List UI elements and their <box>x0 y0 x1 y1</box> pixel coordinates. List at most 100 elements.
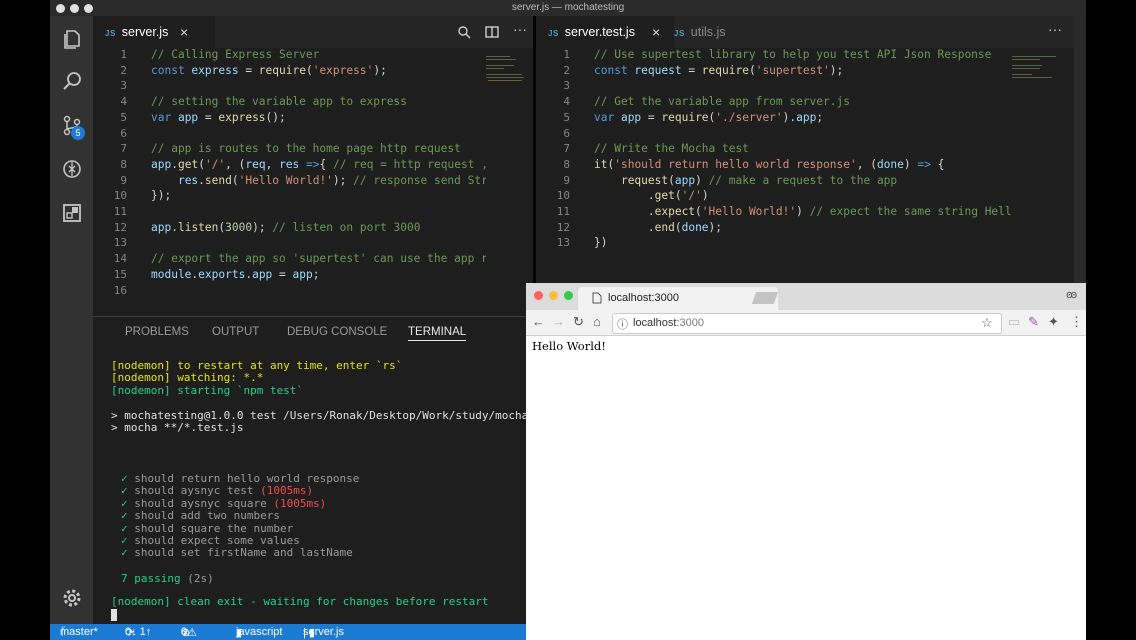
line-number: 1 <box>120 48 127 61</box>
right-editor-scrollbar[interactable] <box>1074 16 1086 283</box>
line-number: 9 <box>563 173 570 187</box>
explorer-icon[interactable] <box>60 28 84 52</box>
terminal-exit-line: [nodemon] clean exit - waiting for chang… <box>111 595 489 608</box>
line-number: 5 <box>120 110 127 124</box>
code-line: // Use supertest library to help you tes… <box>594 48 992 61</box>
extension-pen-icon[interactable]: ✎ <box>1028 314 1039 330</box>
code-line: const request = require('supertest'); <box>594 63 844 77</box>
line-number: 13 <box>113 236 127 250</box>
code-line: module.exports.app = app; <box>151 267 320 281</box>
browser-minimize-button[interactable] <box>549 291 558 300</box>
settings-gear-icon[interactable] <box>60 588 84 612</box>
extension-puzzle-icon[interactable]: ✦ <box>1048 314 1059 330</box>
close-tab-icon[interactable]: × <box>180 16 188 48</box>
home-icon[interactable]: ⌂ <box>593 314 601 329</box>
browser-close-button[interactable] <box>534 291 543 300</box>
browser-tab[interactable]: localhost:3000 × <box>578 287 778 310</box>
search-icon[interactable] <box>60 70 84 94</box>
code-line: res.send('Hello World!'); // response se… <box>177 173 486 187</box>
line-number: 3 <box>120 79 127 93</box>
scm-count-badge: 5 <box>71 126 85 140</box>
address-bar[interactable]: ⓘ localhost:3000 ☆ <box>612 313 1002 334</box>
new-tab-button[interactable] <box>751 292 779 304</box>
bookmark-star-icon[interactable]: ☆ <box>981 315 993 331</box>
browser-tab-title: localhost:3000 <box>608 292 679 304</box>
line-number: 13 <box>556 236 570 250</box>
code-line: app.listen(3000); // listen on port 3000 <box>151 220 421 234</box>
right-tab-bar: JS server.test.js × JS utils.js ··· <box>536 16 1074 48</box>
tab-utils-js[interactable]: JS utils.js <box>674 16 764 48</box>
line-number: 12 <box>556 220 570 234</box>
extensions-icon[interactable] <box>60 202 84 226</box>
test-result-line: ✓ should aysnyc square (1005ms) <box>121 496 327 510</box>
activity-bar: 5 <box>50 16 93 624</box>
tab-debug-console[interactable]: DEBUG CONSOLE <box>287 326 387 338</box>
split-editor-icon[interactable] <box>485 25 499 44</box>
check-icon: ✓ <box>121 534 135 547</box>
line-number: 4 <box>120 95 127 109</box>
test-result-line: ✓ should add two numbers <box>121 509 280 523</box>
test-result-line: ✓ should aysnyc test (1005ms) <box>121 484 314 498</box>
terminal-cursor <box>111 609 117 621</box>
code-line: .end(done); <box>594 220 723 234</box>
code-line: request(app) // make a request to the ap… <box>620 173 898 187</box>
reload-icon[interactable]: ↻ <box>573 314 584 330</box>
cast-icon[interactable]: ▭ <box>1008 314 1020 330</box>
back-icon[interactable]: ← <box>532 314 545 329</box>
check-icon: ✓ <box>121 521 135 535</box>
menu-icon[interactable]: ⋮ <box>1070 314 1083 330</box>
tab-terminal[interactable]: TERMINAL <box>408 326 467 341</box>
browser-toolbar: ← → ↻ ⌂ ⓘ localhost:3000 ☆ ▭ ✎ ✦ ⋮ <box>526 310 1086 336</box>
code-line: // setting the variable app to express <box>151 95 407 109</box>
line-number: 3 <box>563 79 570 93</box>
browser-window: localhost:3000 × ꙭ ← → ↻ ⌂ ⓘ localhost:3… <box>526 283 1086 640</box>
close-tab-icon[interactable]: × <box>652 16 660 48</box>
right-minimap[interactable] <box>1012 48 1070 278</box>
code-line: // Calling Express Server <box>151 48 320 61</box>
line-number: 7 <box>120 142 127 156</box>
line-number: 11 <box>113 205 127 218</box>
forward-icon[interactable]: → <box>552 314 565 329</box>
tab-problems[interactable]: PROBLEMS <box>125 326 189 338</box>
right-editor-group: JS server.test.js × JS utils.js ··· 1 // Us… <box>536 16 1074 283</box>
line-number: 8 <box>563 157 570 171</box>
left-editor-group: JS server.js × ··· 1 // Calling Express Se… <box>93 16 533 318</box>
more-actions-icon[interactable]: ··· <box>1048 21 1062 37</box>
code-line: }); <box>151 189 172 203</box>
terminal-line: > mochatesting@1.0.0 test /Users/Ronak/D… <box>111 408 575 422</box>
terminal-line: [nodemon] starting `npm test` <box>111 383 304 397</box>
left-minimap[interactable] <box>486 48 526 318</box>
open-changes-icon[interactable] <box>457 25 471 44</box>
line-number: 11 <box>556 205 570 218</box>
code-line: var app = require('./server').app; <box>594 110 824 124</box>
test-result-line: ✓ should expect some values <box>121 534 300 547</box>
status-bar: ᚴ master* ⟳ 0↓ 1↑ ⊗ 0 ⚠ 0 ▮ javascript |… <box>50 624 526 640</box>
check-icon: ✓ <box>121 472 135 485</box>
js-file-icon: JS <box>105 29 116 38</box>
line-number: 9 <box>120 173 127 187</box>
info-icon: ⓘ <box>617 319 628 331</box>
tab-output[interactable]: OUTPUT <box>212 326 259 338</box>
js-file-icon: JS <box>548 29 559 38</box>
test-result-line: ✓ should set firstName and lastName <box>121 546 353 560</box>
line-number: 5 <box>563 110 570 124</box>
incognito-icon: ꙭ <box>1066 289 1078 301</box>
line-number: 10 <box>113 189 127 203</box>
tab-label: server.js <box>121 25 169 39</box>
code-line: }) <box>594 236 608 250</box>
tab-server-js[interactable]: JS server.js <box>93 16 215 48</box>
code-line: const express = require('express'); <box>151 63 387 77</box>
code-line: .expect('Hello World!') // expect the sa… <box>594 205 1012 218</box>
terminal-panel: PROBLEMS OUTPUT DEBUG CONSOLE TERMINAL [… <box>93 316 575 625</box>
debug-icon[interactable] <box>60 158 84 182</box>
check-icon: ✓ <box>121 484 135 498</box>
code-line: // export the app so 'supertest' can use… <box>151 252 486 266</box>
js-file-icon: JS <box>674 29 685 38</box>
line-number: 7 <box>563 142 570 156</box>
line-number: 6 <box>563 126 570 140</box>
tab-label: utils.js <box>690 25 726 39</box>
terminal-line: [nodemon] to restart at any time, enter … <box>111 359 403 372</box>
code-line: // Get the variable app from server.js <box>594 95 850 109</box>
browser-zoom-button[interactable] <box>564 291 573 300</box>
more-actions-icon[interactable]: ··· <box>513 21 527 37</box>
